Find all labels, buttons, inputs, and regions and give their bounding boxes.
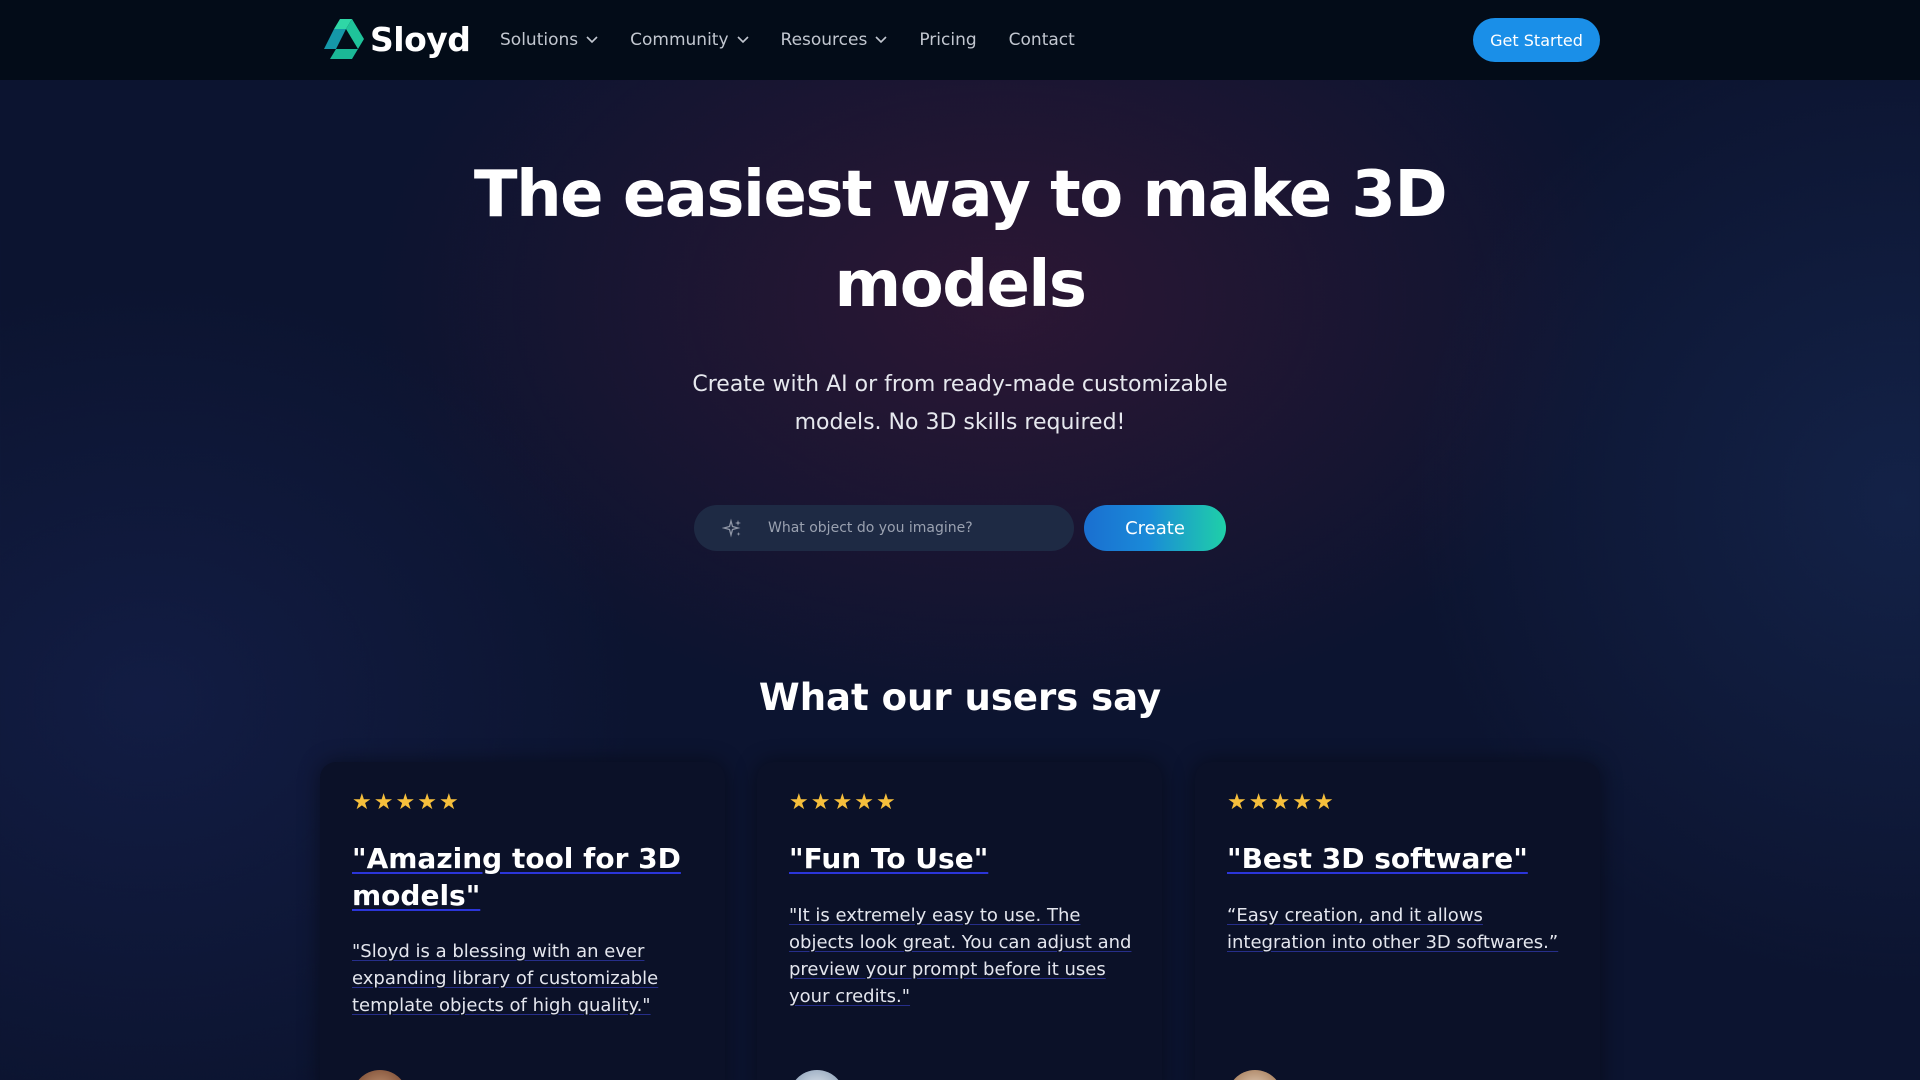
testimonial-card: ★ ★ ★ ★ ★ "Best 3D software" “Easy creation,… [1195, 762, 1600, 1080]
testimonial-title: "Best 3D software" [1227, 842, 1528, 875]
star-icon: ★ [1313, 790, 1334, 815]
nav-pricing-label: Pricing [919, 30, 977, 50]
avatar [1227, 1070, 1283, 1080]
sparkle-icon [722, 518, 741, 538]
get-started-button[interactable]: Get Started [1473, 18, 1600, 62]
star-icon: ★ [352, 790, 372, 815]
star-icon: ★ [1270, 790, 1291, 815]
star-icon: ★ [832, 790, 853, 815]
star-icon: ★ [373, 790, 394, 815]
nav-contact-label: Contact [1008, 30, 1075, 50]
nav-resources-label: Resources [780, 30, 868, 50]
nav-links: Solutions Community Resources Pricing Co… [500, 0, 1107, 80]
testimonial-text: "It is extremely easy to use. The object… [789, 905, 1132, 1007]
testimonial-card: ★ ★ ★ ★ ★ "Amazing tool for 3D models" "Sloy… [320, 762, 725, 1080]
prompt-search-bar [694, 505, 1074, 551]
avatar [789, 1070, 845, 1080]
chevron-down-icon [736, 36, 749, 44]
star-icon: ★ [438, 790, 459, 815]
nav-community[interactable]: Community [630, 30, 749, 50]
star-icon: ★ [789, 790, 809, 815]
testimonial-title: "Fun To Use" [789, 842, 989, 875]
testimonial-card: ★ ★ ★ ★ ★ "Fun To Use" "It is extremely easy… [757, 762, 1162, 1080]
chevron-down-icon [875, 36, 887, 44]
top-navbar: Sloyd Solutions Community Resources Pric… [0, 0, 1920, 80]
nav-contact[interactable]: Contact [1009, 30, 1075, 50]
rating-stars: ★ ★ ★ ★ ★ [352, 792, 461, 814]
sloyd-logo-icon [324, 19, 364, 59]
star-icon: ★ [875, 790, 896, 815]
nav-resources[interactable]: Resources [781, 30, 888, 50]
rating-stars: ★ ★ ★ ★ ★ [1227, 792, 1336, 814]
star-icon: ★ [1227, 790, 1247, 815]
nav-community-label: Community [630, 30, 729, 50]
prompt-input[interactable] [768, 505, 1058, 551]
star-icon: ★ [1292, 790, 1312, 815]
testimonial-text: “Easy creation, and it allows integratio… [1227, 905, 1559, 953]
testimonials-heading: What our users say [758, 676, 1162, 719]
create-button[interactable]: Create [1084, 505, 1226, 551]
rating-stars: ★ ★ ★ ★ ★ [789, 792, 898, 814]
nav-solutions[interactable]: Solutions [500, 30, 598, 50]
hero-subtitle: Create with AI or from ready-made custom… [692, 372, 1228, 435]
nav-pricing[interactable]: Pricing [919, 30, 976, 50]
testimonial-title: "Amazing tool for 3D models" [352, 842, 681, 912]
testimonial-text: "Sloyd is a blessing with an ever expand… [352, 941, 659, 1016]
hero-title: The easiest way to make 3D models [473, 158, 1448, 322]
avatar [352, 1070, 408, 1080]
star-icon: ★ [854, 790, 874, 815]
brand-name: Sloyd [370, 19, 471, 59]
star-icon: ★ [810, 790, 831, 815]
star-icon: ★ [1248, 790, 1269, 815]
chevron-down-icon [586, 36, 598, 44]
star-icon: ★ [395, 790, 416, 815]
brand-logo[interactable]: Sloyd [320, 14, 471, 64]
star-icon: ★ [417, 790, 437, 815]
nav-solutions-label: Solutions [500, 30, 579, 50]
